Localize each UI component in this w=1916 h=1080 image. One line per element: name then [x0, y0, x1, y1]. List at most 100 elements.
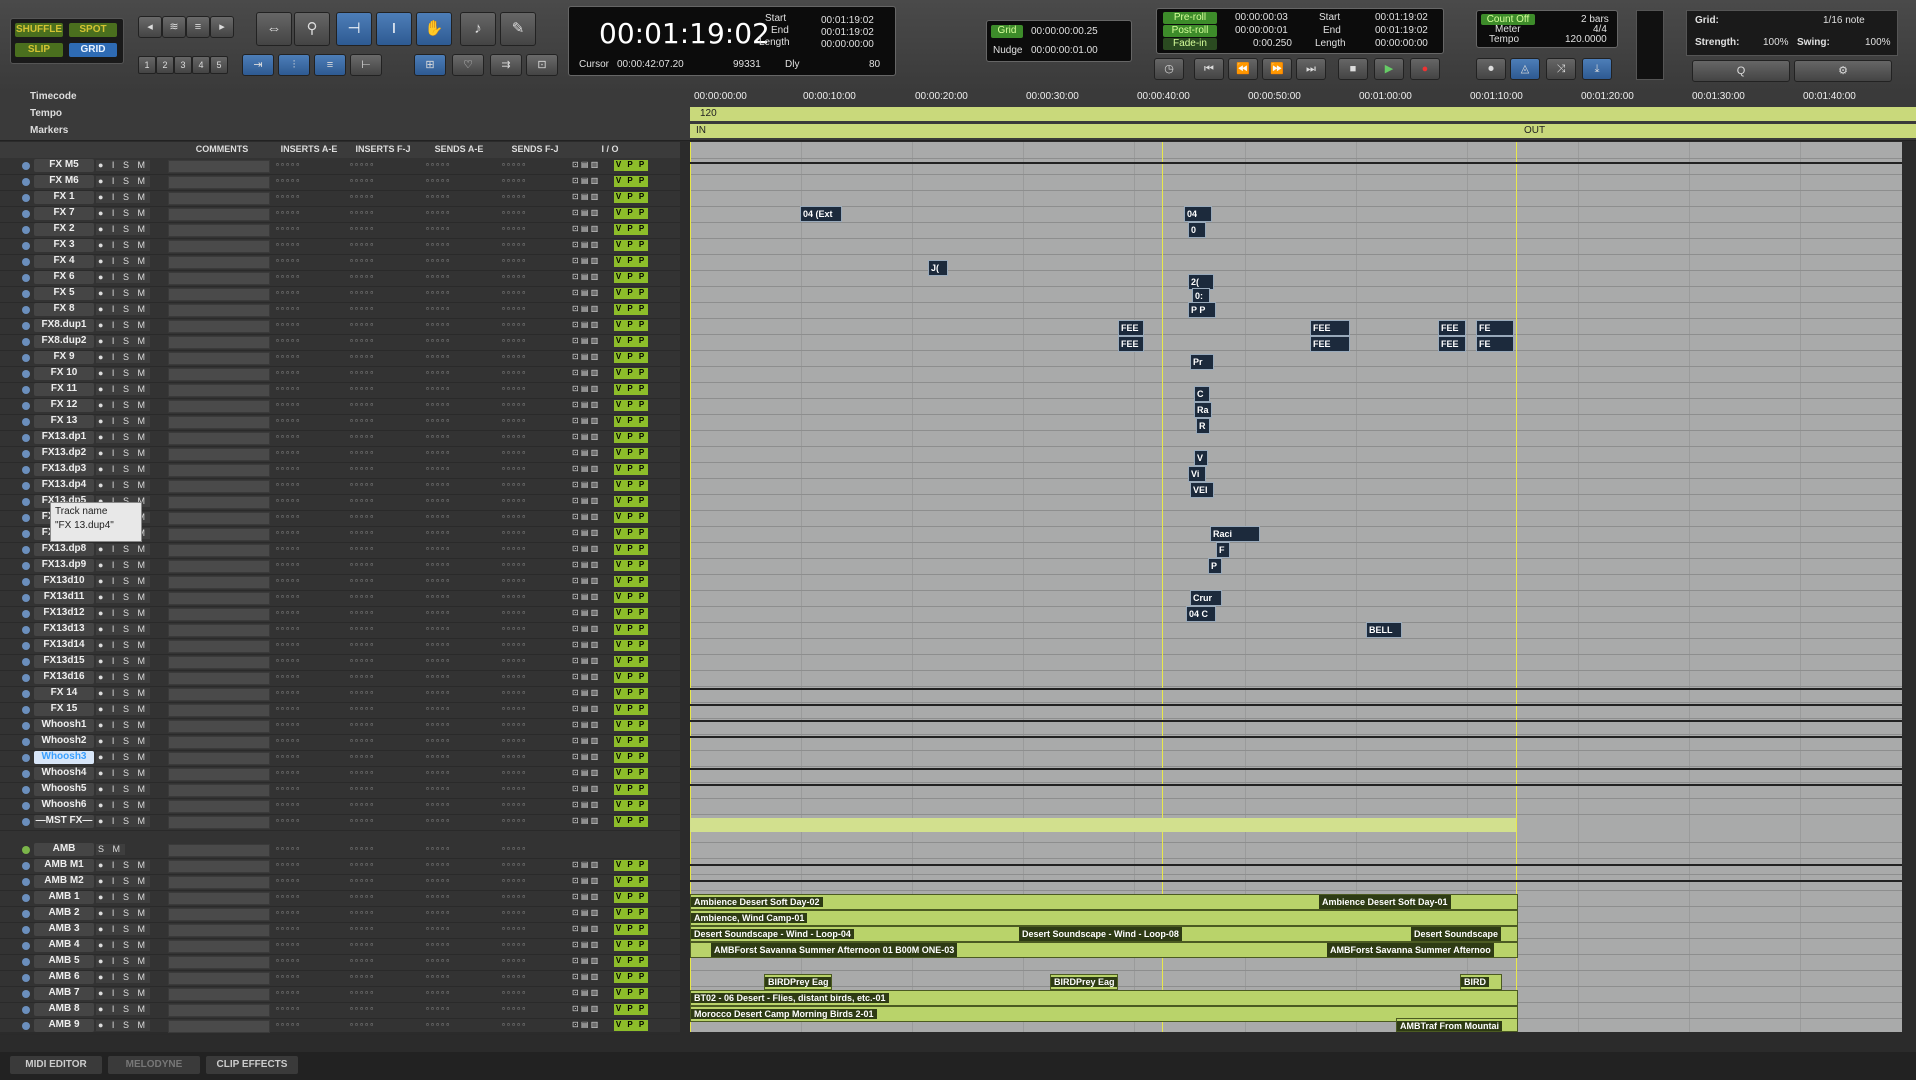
track-comments-field[interactable]: [168, 384, 270, 397]
track-row[interactable]: AMB 2 ● I S M ▫ ▫ ▫ ▫ ▫ ▫ ▫ ▫ ▫ ▫ ▫ ▫ ▫ ▫ ▫ ▫…: [0, 906, 680, 923]
track-view-icon[interactable]: [22, 658, 30, 666]
track-name[interactable]: AMB M1: [34, 859, 94, 872]
plugin-slots[interactable]: ▫ ▫ ▫ ▫ ▫: [502, 736, 525, 747]
track-lane[interactable]: [690, 334, 1902, 351]
track-lane[interactable]: [690, 414, 1902, 431]
plugin-slots[interactable]: ▫ ▫ ▫ ▫ ▫: [426, 304, 449, 315]
plugin-slots[interactable]: ▫ ▫ ▫ ▫ ▫: [426, 800, 449, 811]
track-io-icon[interactable]: ⊡ ▤ ▥: [572, 608, 598, 617]
track-view-icon[interactable]: [22, 258, 30, 266]
track-record-solo-mute[interactable]: ● I S M: [96, 704, 150, 715]
clip-line[interactable]: [690, 736, 1902, 738]
clip[interactable]: FEE: [1118, 336, 1144, 352]
track-view-icon[interactable]: [22, 642, 30, 650]
plugin-slots[interactable]: ▫ ▫ ▫ ▫ ▫: [276, 480, 299, 491]
clip[interactable]: FEE: [1310, 320, 1350, 336]
clip[interactable]: FEE: [1118, 320, 1144, 336]
track-name[interactable]: FX 5: [34, 287, 94, 300]
track-view-icon[interactable]: [22, 274, 30, 282]
plugin-slots[interactable]: ▫ ▫ ▫ ▫ ▫: [426, 892, 449, 903]
track-voice-badge[interactable]: V P P: [614, 688, 648, 699]
track-comments-field[interactable]: [168, 956, 270, 969]
track-row[interactable]: FX 8 ● I S M ▫ ▫ ▫ ▫ ▫ ▫ ▫ ▫ ▫ ▫ ▫ ▫ ▫ ▫ ▫ ▫ …: [0, 302, 680, 319]
clip[interactable]: FE: [1476, 320, 1514, 336]
playback-window-icon[interactable]: ⊡: [526, 54, 558, 76]
plugin-slots[interactable]: ▫ ▫ ▫ ▫ ▫: [350, 816, 373, 827]
track-voice-badge[interactable]: V P P: [614, 736, 648, 747]
track-comments-field[interactable]: [168, 640, 270, 653]
track-name[interactable]: FX13.dp4: [34, 479, 94, 492]
track-record-solo-mute[interactable]: ● I S M: [96, 560, 150, 571]
clip[interactable]: Raci: [1210, 526, 1260, 542]
track-name[interactable]: FX8.dup2: [34, 335, 94, 348]
plugin-slots[interactable]: ▫ ▫ ▫ ▫ ▫: [350, 496, 373, 507]
track-io-icon[interactable]: ⊡ ▤ ▥: [572, 800, 598, 809]
track-comments-field[interactable]: [168, 160, 270, 173]
plugin-slots[interactable]: ▫ ▫ ▫ ▫ ▫: [502, 720, 525, 731]
plugin-slots[interactable]: ▫ ▫ ▫ ▫ ▫: [350, 320, 373, 331]
grabber-tool-icon[interactable]: ✋: [416, 12, 452, 46]
track-view-icon[interactable]: [22, 290, 30, 298]
track-io-icon[interactable]: ⊡ ▤ ▥: [572, 876, 598, 885]
track-voice-badge[interactable]: V P P: [614, 988, 648, 999]
track-voice-badge[interactable]: V P P: [614, 240, 648, 251]
clip[interactable]: 04 C: [1186, 606, 1216, 622]
clip-line[interactable]: [690, 688, 1902, 690]
track-comments-field[interactable]: [168, 860, 270, 873]
plugin-slots[interactable]: ▫ ▫ ▫ ▫ ▫: [276, 544, 299, 555]
track-lane[interactable]: [690, 190, 1902, 207]
midi-merge-icon[interactable]: ⤨: [1546, 58, 1576, 80]
plugin-slots[interactable]: ▫ ▫ ▫ ▫ ▫: [350, 672, 373, 683]
zoom-preset-2[interactable]: 2: [156, 56, 174, 74]
audio-clip[interactable]: BIRD: [1460, 974, 1502, 990]
track-io-icon[interactable]: ⊡ ▤ ▥: [572, 528, 598, 537]
zoom-out-icon[interactable]: ◂: [138, 16, 162, 38]
plugin-slots[interactable]: ▫ ▫ ▫ ▫ ▫: [426, 592, 449, 603]
plugin-slots[interactable]: ▫ ▫ ▫ ▫ ▫: [276, 256, 299, 267]
track-comments-field[interactable]: [168, 1020, 270, 1033]
shuffle-mode-button[interactable]: SHUFFLE: [15, 23, 63, 37]
track-voice-badge[interactable]: V P P: [614, 908, 648, 919]
keyboard-focus-icon[interactable]: ⇉: [490, 54, 522, 76]
plugin-slots[interactable]: ▫ ▫ ▫ ▫ ▫: [276, 704, 299, 715]
track-voice-badge[interactable]: V P P: [614, 416, 648, 427]
track-record-solo-mute[interactable]: ● I S M: [96, 256, 150, 267]
track-comments-field[interactable]: [168, 720, 270, 733]
track-view-icon[interactable]: [22, 546, 30, 554]
plugin-slots[interactable]: ▫ ▫ ▫ ▫ ▫: [426, 576, 449, 587]
plugin-slots[interactable]: ▫ ▫ ▫ ▫ ▫: [276, 336, 299, 347]
grid-value[interactable]: 00:00:00:00.25: [1031, 26, 1098, 37]
track-name[interactable]: FX 4: [34, 255, 94, 268]
track-row[interactable]: FX13.dp4 ● I S M ▫ ▫ ▫ ▫ ▫ ▫ ▫ ▫ ▫ ▫ ▫ ▫ ▫ ▫…: [0, 478, 680, 495]
track-record-solo-mute[interactable]: ● I S M: [96, 272, 150, 283]
slip-mode-button[interactable]: SLIP: [15, 43, 63, 57]
track-comments-field[interactable]: [168, 988, 270, 1001]
plugin-slots[interactable]: ▫ ▫ ▫ ▫ ▫: [276, 672, 299, 683]
plugin-slots[interactable]: ▫ ▫ ▫ ▫ ▫: [426, 784, 449, 795]
track-lane[interactable]: [690, 654, 1902, 671]
track-lane[interactable]: [690, 142, 1902, 159]
plugin-slots[interactable]: ▫ ▫ ▫ ▫ ▫: [276, 940, 299, 951]
track-voice-badge[interactable]: V P P: [614, 1004, 648, 1015]
track-name[interactable]: FX 14: [34, 687, 94, 700]
plugin-slots[interactable]: ▫ ▫ ▫ ▫ ▫: [276, 304, 299, 315]
track-record-solo-mute[interactable]: ● I S M: [96, 624, 150, 635]
track-lane[interactable]: [690, 670, 1902, 687]
dly-label[interactable]: Dly: [785, 59, 799, 70]
track-row[interactable]: FX8.dup2 ● I S M ▫ ▫ ▫ ▫ ▫ ▫ ▫ ▫ ▫ ▫ ▫ ▫ ▫ ▫…: [0, 334, 680, 351]
plugin-slots[interactable]: ▫ ▫ ▫ ▫ ▫: [350, 256, 373, 267]
plugin-slots[interactable]: ▫ ▫ ▫ ▫ ▫: [350, 176, 373, 187]
conductor-icon[interactable]: ⤓: [1582, 58, 1612, 80]
track-io-icon[interactable]: ⊡ ▤ ▥: [572, 752, 598, 761]
track-name[interactable]: AMB 2: [34, 907, 94, 920]
clip[interactable]: Pr: [1190, 354, 1214, 370]
track-view-icon[interactable]: [22, 974, 30, 982]
track-comments-field[interactable]: [168, 940, 270, 953]
track-record-solo-mute[interactable]: ● I S M: [96, 768, 150, 779]
track-record-solo-mute[interactable]: ● I S M: [96, 892, 150, 903]
rewind-icon[interactable]: ⏪: [1228, 58, 1258, 80]
track-io-icon[interactable]: ⊡ ▤ ▥: [572, 640, 598, 649]
audio-clip[interactable]: BT02 - 06 Desert - Flies, distant birds,…: [690, 990, 1518, 1006]
go-to-end-icon[interactable]: ⏭: [1296, 58, 1326, 80]
track-voice-badge[interactable]: V P P: [614, 924, 648, 935]
